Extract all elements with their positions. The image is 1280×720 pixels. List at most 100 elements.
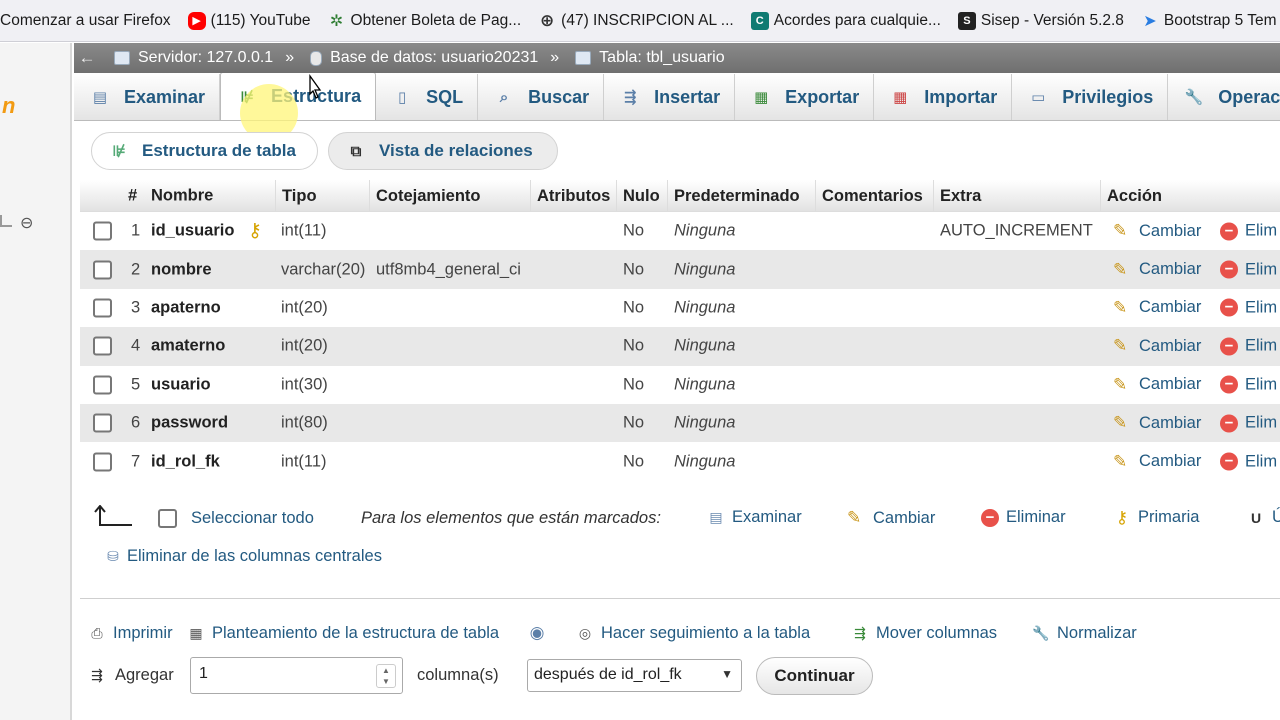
bulk-change-button[interactable]: ✎ Cambiar xyxy=(847,508,935,528)
structure-icon: ⊯ xyxy=(112,143,126,160)
row-number: 3 xyxy=(131,298,141,317)
tab-operations[interactable]: 🔧 Operacio xyxy=(1168,74,1280,120)
delete-label: Elim xyxy=(1245,452,1278,471)
change-column-button[interactable]: ✎ Cambiar xyxy=(1113,452,1201,472)
column-name: id_rol_fk xyxy=(151,452,220,471)
structure-view-button[interactable]: ⊯ Estructura de tabla xyxy=(91,132,318,170)
column-type: int(11) xyxy=(281,452,327,471)
move-columns-button[interactable]: ⇶ Mover columnas xyxy=(850,624,997,643)
tab-import[interactable]: ▦ Importar xyxy=(874,74,1013,120)
select-all-checkbox[interactable] xyxy=(158,509,177,528)
select-all[interactable]: Seleccionar todo xyxy=(158,509,314,528)
breadcrumb-database[interactable]: Base de datos: usuario20231 xyxy=(310,49,538,67)
column-header-type: Tipo xyxy=(275,180,317,212)
tab-export[interactable]: ▦ Exportar xyxy=(735,74,875,120)
bulk-unique-button[interactable]: UÚ xyxy=(1246,508,1280,527)
delete-column-button[interactable]: − Elim xyxy=(1220,260,1277,279)
row-checkbox[interactable] xyxy=(93,452,112,472)
tab-insert[interactable]: ⇶ Insertar xyxy=(604,74,736,120)
column-null: No xyxy=(623,375,645,394)
change-column-button[interactable]: ✎ Cambiar xyxy=(1113,336,1201,356)
bulk-delete-button[interactable]: − Eliminar xyxy=(981,508,1066,527)
change-column-button[interactable]: ✎ Cambiar xyxy=(1113,298,1201,318)
move-columns-icon: ⇶ xyxy=(854,625,866,641)
bulk-primary-button[interactable]: ⚷ Primaria xyxy=(1112,507,1200,527)
row-checkbox[interactable] xyxy=(93,221,112,241)
relation-view-button[interactable]: ⧉ Vista de relaciones xyxy=(328,132,558,170)
back-arrow-icon[interactable]: ← xyxy=(76,48,98,68)
add-columns-position-select[interactable]: después de id_rol_fk ▼ xyxy=(527,659,742,692)
number-spinner[interactable]: ▲ ▼ xyxy=(376,664,396,688)
link-icon[interactable]: ⊖ xyxy=(20,213,33,233)
eye-icon: ◎ xyxy=(578,625,592,641)
bookmark-bootstrap[interactable]: ➤ Bootstrap 5 Tem xyxy=(1141,12,1276,30)
delete-column-button[interactable]: − Elim xyxy=(1220,222,1277,241)
bookmark-label: Obtener Boleta de Pag... xyxy=(350,11,522,29)
change-column-button[interactable]: ✎ Cambiar xyxy=(1113,260,1201,280)
column-type: int(20) xyxy=(281,336,328,355)
table-row: 5 usuario int(30) No Ninguna ✎ Cambiar − Elim xyxy=(80,366,1280,404)
help-icon[interactable]: ◉ xyxy=(527,623,553,642)
tab-browse[interactable]: ▤ Examinar xyxy=(74,74,221,120)
column-header-comments: Comentarios xyxy=(815,180,923,212)
remove-central-columns-button[interactable]: ⛁ Eliminar de las columnas centrales xyxy=(103,547,382,566)
delete-icon: − xyxy=(981,508,999,527)
row-checkbox[interactable] xyxy=(93,298,112,318)
delete-label: Elim xyxy=(1245,375,1278,394)
track-table-button[interactable]: ◎ Hacer seguimiento a la tabla xyxy=(575,624,810,643)
column-type: int(80) xyxy=(281,413,328,432)
continue-button[interactable]: Continuar xyxy=(756,657,873,695)
normalize-button[interactable]: 🔧 Normalizar xyxy=(1031,624,1136,643)
row-checkbox[interactable] xyxy=(93,336,112,356)
structure-icon: ⊯ xyxy=(240,88,254,106)
column-header-attributes: Atributos xyxy=(530,180,610,212)
column-null: No xyxy=(623,221,645,240)
delete-label: Elim xyxy=(1245,413,1278,432)
bookmark-inscripcion[interactable]: ⊕ (47) INSCRIPCION AL ... xyxy=(538,11,734,30)
bookmark-youtube[interactable]: ▶ (115) YouTube xyxy=(187,11,311,30)
row-checkbox[interactable] xyxy=(93,375,112,395)
tab-sql[interactable]: ▯ SQL xyxy=(376,74,479,120)
print-button[interactable]: ⎙ Imprimir xyxy=(87,624,172,643)
delete-column-button[interactable]: − Elim xyxy=(1220,414,1277,433)
delete-column-button[interactable]: − Elim xyxy=(1220,337,1277,356)
select-all-label[interactable]: Seleccionar todo xyxy=(191,509,314,528)
tab-search[interactable]: ⌕ Buscar xyxy=(478,74,605,120)
bookmark-firefox[interactable]: Comenzar a usar Firefox xyxy=(0,12,171,30)
track-table-label: Hacer seguimiento a la tabla xyxy=(601,624,811,642)
tree-connector-icon xyxy=(0,215,12,227)
column-header-name[interactable]: Nombre xyxy=(151,186,213,205)
column-name: usuario xyxy=(151,375,211,394)
change-column-button[interactable]: ✎ Cambiar xyxy=(1113,221,1201,241)
tab-privileges[interactable]: ▭ Privilegios xyxy=(1012,74,1169,120)
column-null: No xyxy=(623,298,645,317)
delete-column-button[interactable]: − Elim xyxy=(1220,452,1277,471)
bookmark-acordes[interactable]: C Acordes para cualquie... xyxy=(750,11,941,30)
add-columns-count-input[interactable]: 1 ▲ ▼ xyxy=(190,657,403,694)
wrench-icon: 🔧 xyxy=(1184,89,1204,106)
key-icon: ⚷ xyxy=(1115,507,1129,527)
breadcrumb-separator: » xyxy=(285,49,295,66)
bulk-browse-button[interactable]: ▤ Examinar xyxy=(706,508,802,527)
table-icon xyxy=(575,51,592,65)
tab-structure[interactable]: ⊯Estructura xyxy=(220,73,377,120)
delete-column-button[interactable]: − Elim xyxy=(1220,298,1277,317)
change-label: Cambiar xyxy=(1139,221,1202,240)
delete-column-button[interactable]: − Elim xyxy=(1220,375,1277,394)
add-columns-count-value: 1 xyxy=(199,665,208,682)
breadcrumb-server[interactable]: Servidor: 127.0.0.1 xyxy=(114,49,273,67)
propose-structure-button[interactable]: ▦ Planteamiento de la estructura de tabla xyxy=(186,624,499,643)
phpmyadmin-logo[interactable]: n xyxy=(2,93,15,119)
column-header-null: Nulo xyxy=(616,180,660,212)
breadcrumb-table[interactable]: Tabla: tbl_usuario xyxy=(575,49,725,67)
bookmark-boleta[interactable]: ✲ Obtener Boleta de Pag... xyxy=(328,11,522,30)
browse-icon: ▤ xyxy=(92,89,108,106)
change-column-button[interactable]: ✎ Cambiar xyxy=(1113,413,1201,433)
bookmark-sisep[interactable]: S Sisep - Versión 5.2.8 xyxy=(957,11,1124,30)
column-name: amaterno xyxy=(151,336,226,355)
change-column-button[interactable]: ✎ Cambiar xyxy=(1113,375,1201,395)
row-checkbox[interactable] xyxy=(93,413,112,433)
bulk-browse-label: Examinar xyxy=(732,508,802,526)
printer-icon: ⎙ xyxy=(91,625,103,641)
row-checkbox[interactable] xyxy=(93,260,112,280)
